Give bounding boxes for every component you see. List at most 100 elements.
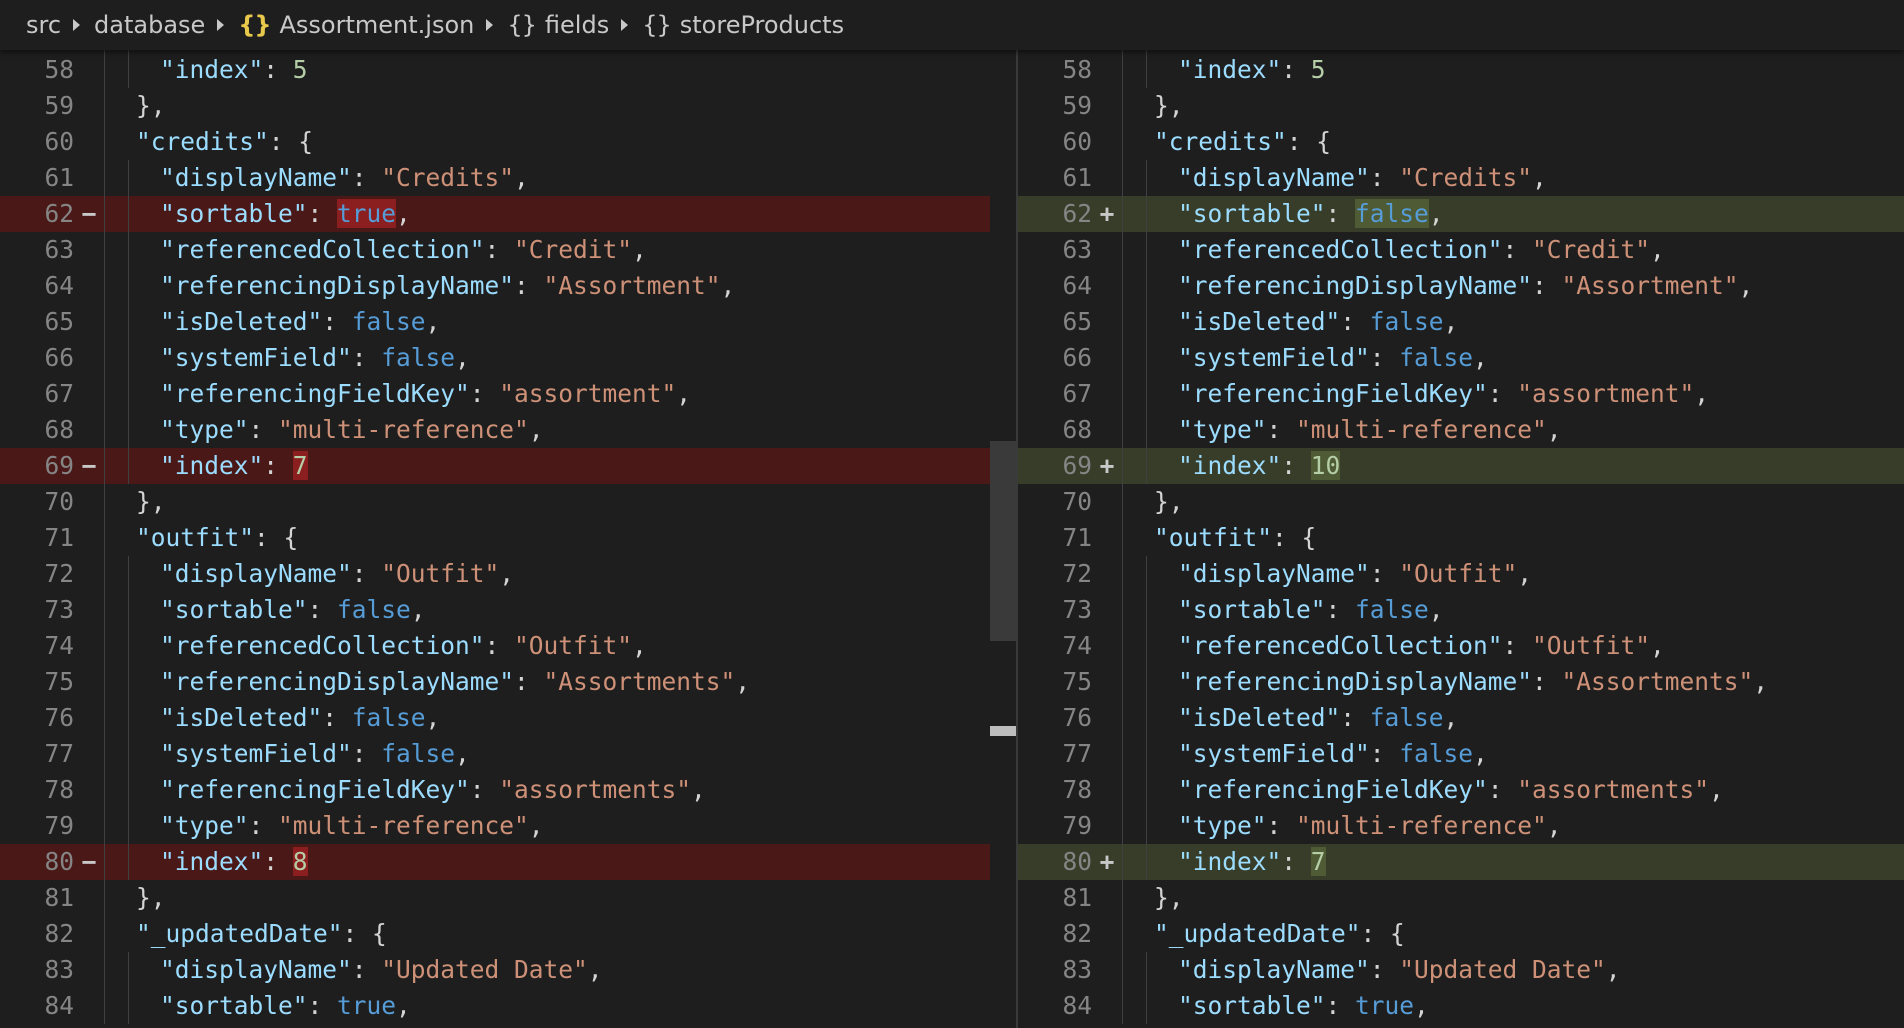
code-text: "referencedCollection": "Credit", xyxy=(160,232,647,268)
code-token: : xyxy=(1502,631,1533,660)
code-token: "systemField" xyxy=(1178,343,1370,372)
line-number: 60 xyxy=(1062,127,1092,156)
code-line[interactable]: 64 "referencingDisplayName": "Assortment"… xyxy=(0,268,1017,304)
code-line[interactable]: 78 "referencingFieldKey": "assortments", xyxy=(1018,772,1904,808)
code-token: : { xyxy=(268,127,314,156)
code-line[interactable]: 63 "referencedCollection": "Credit", xyxy=(1018,232,1904,268)
code-token: "displayName" xyxy=(160,955,352,984)
code-line[interactable]: 74 "referencedCollection": "Outfit", xyxy=(1018,628,1904,664)
code-line[interactable]: 61 "displayName": "Credits", xyxy=(0,160,1017,196)
code-line[interactable]: 66 "systemField": false, xyxy=(0,340,1017,376)
diff-line-added[interactable]: 62 + "sortable": false, xyxy=(1018,196,1904,232)
line-number: 78 xyxy=(44,775,74,804)
code-text: "credits": { xyxy=(1154,124,1331,160)
plus-icon: + xyxy=(1099,199,1115,228)
code-line[interactable]: 84 "sortable": true, xyxy=(0,988,1017,1024)
code-token: : xyxy=(1502,235,1533,264)
code-line[interactable]: 81}, xyxy=(0,880,1017,916)
code-line[interactable]: 72 "displayName": "Outfit", xyxy=(0,556,1017,592)
diff-pane-original[interactable]: 84 "sortable": true, 83 "displayName": "Upd… xyxy=(0,36,1017,1028)
code-line[interactable]: 63 "referencedCollection": "Credit", xyxy=(0,232,1017,268)
code-line[interactable]: 71 "outfit": { xyxy=(1018,520,1904,556)
code-line[interactable]: 61 "displayName": "Credits", xyxy=(1018,160,1904,196)
diff-line-removed[interactable]: 80− "index": 8 xyxy=(0,844,1017,880)
diff-line-removed[interactable]: 69− "index": 7 xyxy=(0,448,1017,484)
code-token: "Outfit" xyxy=(514,631,633,660)
breadcrumb-item[interactable]: src xyxy=(26,11,61,39)
code-line[interactable]: 65 "isDeleted": false, xyxy=(1018,304,1904,340)
code-line[interactable]: 72 "displayName": "Outfit", xyxy=(1018,556,1904,592)
code-text: "isDeleted": false, xyxy=(160,700,440,736)
code-line[interactable]: 67 "referencingFieldKey": "assortment", xyxy=(0,376,1017,412)
code-text: "index": 7 xyxy=(160,448,308,484)
code-line[interactable]: 71 "outfit": { xyxy=(0,520,1017,556)
code-line[interactable]: 82 "_updatedDate": { xyxy=(1018,916,1904,952)
code-line[interactable]: 70}, xyxy=(1018,484,1904,520)
code-line[interactable]: 64 "referencingDisplayName": "Assortment"… xyxy=(1018,268,1904,304)
code-line[interactable]: 70}, xyxy=(0,484,1017,520)
code-line[interactable]: 65 "isDeleted": false, xyxy=(0,304,1017,340)
code-line[interactable]: 83 "displayName": "Updated Date", xyxy=(0,952,1017,988)
code-line[interactable]: 58 "index": 5 xyxy=(1018,52,1904,88)
breadcrumb-item[interactable]: {} storeProducts xyxy=(642,11,844,39)
code-line[interactable]: 84 "sortable": true, xyxy=(1018,988,1904,1024)
code-token: , xyxy=(1650,235,1665,264)
indent-guide xyxy=(104,988,105,1024)
indent-guide xyxy=(128,736,129,772)
scrollbar-thumb[interactable] xyxy=(990,441,1016,641)
indent-guide xyxy=(1122,736,1123,772)
code-line[interactable]: 82 "_updatedDate": { xyxy=(0,916,1017,952)
code-line[interactable]: 59}, xyxy=(1018,88,1904,124)
indent-guide xyxy=(128,592,129,628)
code-text: "type": "multi-reference", xyxy=(160,412,544,448)
code-line[interactable]: 76 "isDeleted": false, xyxy=(1018,700,1904,736)
breadcrumb-item[interactable]: {} fields xyxy=(507,11,609,39)
code-line[interactable]: 58 "index": 5 xyxy=(0,52,1017,88)
code-line[interactable]: 68 "type": "multi-reference", xyxy=(0,412,1017,448)
diff-pane-modified[interactable]: 84 "sortable": true, 83 "displayName": "Upd… xyxy=(1018,36,1904,1028)
code-line[interactable]: 73 "sortable": false, xyxy=(1018,592,1904,628)
code-line[interactable]: 60 "credits": { xyxy=(1018,124,1904,160)
code-line[interactable]: 83 "displayName": "Updated Date", xyxy=(1018,952,1904,988)
code-text: "displayName": "Outfit", xyxy=(160,556,514,592)
code-line[interactable]: 79 "type": "multi-reference", xyxy=(1018,808,1904,844)
code-token: : xyxy=(1281,847,1311,876)
code-line[interactable]: 66 "systemField": false, xyxy=(1018,340,1904,376)
indent-guide xyxy=(1122,808,1123,844)
code-text: "referencedCollection": "Outfit", xyxy=(1178,628,1665,664)
code-line[interactable]: 81}, xyxy=(1018,880,1904,916)
diff-line-added[interactable]: 80 + "index": 7 xyxy=(1018,844,1904,880)
line-number: 62 xyxy=(44,199,74,228)
line-number: 67 xyxy=(1062,379,1092,408)
breadcrumb-item[interactable]: database xyxy=(94,11,205,39)
code-line[interactable]: 68 "type": "multi-reference", xyxy=(1018,412,1904,448)
code-token: : xyxy=(1266,415,1297,444)
code-line[interactable]: 75 "referencingDisplayName": "Assortments… xyxy=(1018,664,1904,700)
code-line[interactable]: 60 "credits": { xyxy=(0,124,1017,160)
line-number: 82 xyxy=(1062,919,1092,948)
breadcrumb-item[interactable]: {} Assortment.json xyxy=(238,11,474,39)
code-line[interactable]: 74 "referencedCollection": "Outfit", xyxy=(0,628,1017,664)
code-token: }, xyxy=(136,883,166,912)
code-text: "referencingFieldKey": "assortments", xyxy=(1178,772,1724,808)
scrollbar-change-marker xyxy=(990,726,1016,736)
code-line[interactable]: 73 "sortable": false, xyxy=(0,592,1017,628)
code-line[interactable]: 75 "referencingDisplayName": "Assortments… xyxy=(0,664,1017,700)
diff-line-removed[interactable]: 62− "sortable": true, xyxy=(0,196,1017,232)
code-token: , xyxy=(396,199,411,228)
indent-guide xyxy=(128,664,129,700)
code-line[interactable]: 77 "systemField": false, xyxy=(1018,736,1904,772)
code-line[interactable]: 76 "isDeleted": false, xyxy=(0,700,1017,736)
code-line[interactable]: 77 "systemField": false, xyxy=(0,736,1017,772)
code-line[interactable]: 67 "referencingFieldKey": "assortment", xyxy=(1018,376,1904,412)
code-token: "outfit" xyxy=(136,523,255,552)
code-text: "referencingDisplayName": "Assortment", xyxy=(160,268,735,304)
code-token: , xyxy=(1428,595,1444,624)
code-line[interactable]: 59}, xyxy=(0,88,1017,124)
code-line[interactable]: 79 "type": "multi-reference", xyxy=(0,808,1017,844)
indent-guide xyxy=(104,376,105,412)
diff-line-added[interactable]: 69 + "index": 10 xyxy=(1018,448,1904,484)
line-number: 71 xyxy=(44,523,74,552)
line-number: 80 xyxy=(44,847,74,876)
code-line[interactable]: 78 "referencingFieldKey": "assortments", xyxy=(0,772,1017,808)
